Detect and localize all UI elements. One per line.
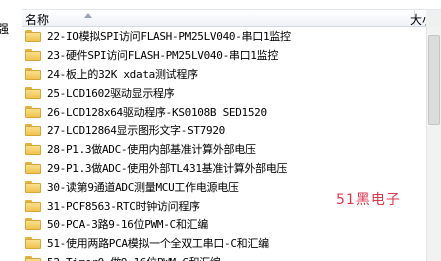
column-header-name[interactable]: 名称 (25, 11, 49, 28)
list-item-label: 31-PCF8563-RTC时钟访问程序 (47, 199, 200, 213)
watermark-text: 51黑电子 (336, 192, 401, 208)
file-list: 22-IO模拟SPI访问FLASH-PM25LV040-串口1监控 23-硬件SP… (22, 27, 426, 261)
list-item-label: 24-板上的32K xdata测试程序 (47, 67, 198, 81)
vertical-scrollbar[interactable] (426, 27, 441, 261)
list-item[interactable]: 29-P1.3做ADC-使用外部TL431基准计算外部电压 (22, 159, 426, 178)
scrollbar-thumb[interactable] (428, 35, 440, 125)
list-item-label: 28-P1.3做ADC-使用内部基准计算外部电压 (47, 143, 256, 157)
folder-icon (25, 218, 41, 231)
list-item-label: 50-PCA-3路9-16位PWM-C和汇编 (47, 218, 208, 232)
list-item[interactable]: 50-PCA-3路9-16位PWM-C和汇编 (22, 215, 426, 234)
list-item-label: 26-LCD128x64驱动程序-KS0108B SED1520 (47, 105, 267, 119)
folder-icon (25, 255, 41, 261)
folder-icon (25, 30, 41, 43)
list-item-label: 52-Timer0-做9-16位PWM-C和汇编 (47, 254, 221, 261)
list-item[interactable]: 28-P1.3做ADC-使用内部基准计算外部电压 (22, 140, 426, 159)
folder-icon (25, 199, 41, 212)
list-item[interactable]: 52-Timer0-做9-16位PWM-C和汇编 (22, 253, 426, 261)
left-pane-text: 强 (0, 22, 10, 36)
list-item-label: 30-读第9通道ADC测量MCU工作电源电压 (47, 180, 239, 194)
list-item[interactable]: 23-硬件SPI访问FLASH-PM25LV040-串口1监控 (22, 46, 426, 65)
folder-icon (25, 67, 41, 80)
list-item-label: 22-IO模拟SPI访问FLASH-PM25LV040-串口1监控 (47, 30, 291, 44)
list-item[interactable]: 27-LCD12864显示图形文字-ST7920 (22, 121, 426, 140)
folder-icon (25, 143, 41, 156)
list-item[interactable]: 22-IO模拟SPI访问FLASH-PM25LV040-串口1监控 (22, 27, 426, 46)
list-item[interactable]: 26-LCD128x64驱动程序-KS0108B SED1520 (22, 102, 426, 121)
list-item[interactable]: 25-LCD1602驱动显示程序 (22, 83, 426, 102)
folder-icon (25, 86, 41, 99)
list-item-label: 29-P1.3做ADC-使用外部TL431基准计算外部电压 (47, 161, 288, 175)
list-item-label: 27-LCD12864显示图形文字-ST7920 (47, 124, 226, 138)
sort-ascending-icon (84, 13, 92, 18)
list-item-label: 23-硬件SPI访问FLASH-PM25LV040-串口1监控 (47, 49, 279, 63)
folder-icon (25, 180, 41, 193)
left-pane-edge: 强 (0, 0, 22, 261)
folder-icon (25, 105, 41, 118)
scrollbar-corner (426, 10, 441, 27)
list-item-label: 51-使用两路PCA模拟一个全双工串口-C和汇编 (47, 237, 269, 251)
folder-icon (25, 161, 41, 174)
folder-icon (25, 237, 41, 250)
folder-icon (25, 124, 41, 137)
list-item[interactable]: 24-板上的32K xdata测试程序 (22, 65, 426, 84)
column-header: 名称 大小 (22, 9, 441, 27)
list-item-label: 25-LCD1602驱动显示程序 (47, 86, 175, 100)
list-item[interactable]: 51-使用两路PCA模拟一个全双工串口-C和汇编 (22, 234, 426, 253)
folder-icon (25, 49, 41, 62)
